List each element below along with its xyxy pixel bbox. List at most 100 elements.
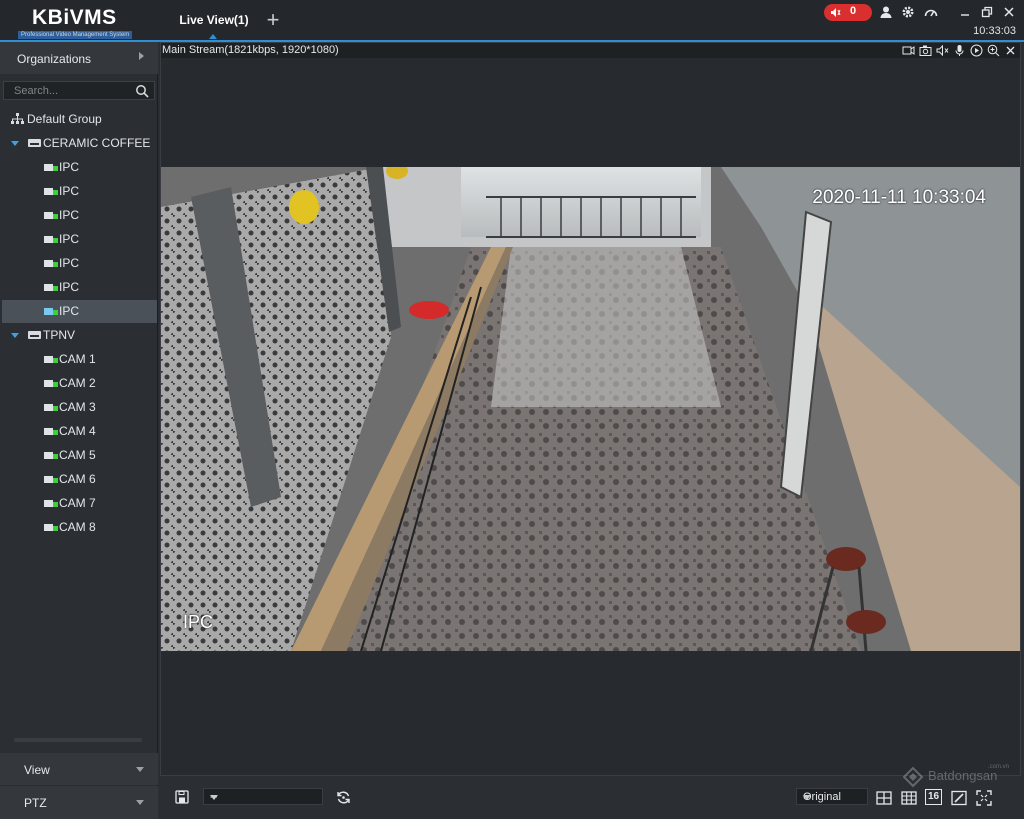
tree-device-ipc[interactable]: IPC [2,228,157,251]
audio-mute-icon[interactable] [936,44,949,57]
tree-group-tpnv[interactable]: TPNV [2,324,157,347]
watermark-domain: .com.vn [988,764,1010,770]
restore-icon[interactable] [980,5,994,19]
nvr-icon [28,139,41,147]
save-layout-icon[interactable] [175,790,189,804]
group-label: CERAMIC COFFEE [43,136,151,150]
group-label: TPNV [43,328,76,342]
sidebar: Organizations Search... Default Group CE… [0,42,158,819]
tree-device-ipc[interactable]: IPC [2,204,157,227]
device-label: CAM 7 [59,496,96,510]
snapshot-icon[interactable] [919,44,932,57]
view-label: View [24,763,50,777]
default-group-label: Default Group [27,112,102,126]
watermark-logo-icon [902,766,924,788]
minimize-icon[interactable] [958,5,972,19]
organizations-header[interactable]: Organizations [0,42,158,74]
search-input[interactable]: Search... [3,81,155,100]
clock: 10:33:03 [973,25,1016,37]
record-icon[interactable] [902,44,915,57]
camera-online-icon [44,260,58,267]
alarm-button[interactable]: 0 [824,4,872,21]
camera-online-icon [44,452,58,459]
camera-online-icon [44,212,58,219]
device-label: CAM 8 [59,520,96,534]
scale-select[interactable]: Original [796,788,868,805]
tree-device-cam[interactable]: CAM 5 [2,444,157,467]
view-panel-button[interactable]: View [0,753,158,785]
camera-online-icon [44,284,58,291]
chevron-down-icon [136,800,144,805]
camera-online-icon [44,380,58,387]
device-label: IPC [59,256,80,270]
watermark-text: Batdongsan [928,768,998,783]
tree-device-cam[interactable]: CAM 4 [2,420,157,443]
device-label: CAM 5 [59,448,96,462]
device-label: CAM 3 [59,400,96,414]
tab-indicator [209,34,217,39]
layout-select[interactable]: -- [203,788,323,805]
organizations-label: Organizations [17,52,92,66]
expand-icon[interactable] [11,141,19,146]
gear-icon[interactable] [901,5,915,19]
camera-online-icon [44,188,58,195]
logo-text: KBiVMS [32,6,117,29]
device-label: CAM 6 [59,472,96,486]
device-label: CAM 2 [59,376,96,390]
camera-online-icon [44,500,58,507]
tree-device-cam[interactable]: CAM 1 [2,348,157,371]
device-label: IPC [59,184,80,198]
video-timestamp: 2020-11-11 10:33:04 [812,187,986,208]
camera-scene [161,167,1020,651]
chevron-right-icon [139,52,144,60]
tree-group-ceramic-coffee[interactable]: CERAMIC COFFEE [2,132,157,155]
camera-online-icon [44,356,58,363]
tree-device-cam[interactable]: CAM 8 [2,516,157,539]
ptz-label: PTZ [24,796,47,810]
tree-device-ipc[interactable]: IPC [2,156,157,179]
expand-icon[interactable] [11,333,19,338]
ptz-panel-button[interactable]: PTZ [0,786,158,819]
bottom-toolbar: -- Original 16 [160,779,1024,819]
camera-online-icon [44,476,58,483]
gauge-icon[interactable] [924,5,938,19]
search-placeholder: Search... [14,85,59,97]
camera-online-icon [44,236,58,243]
split-4-icon[interactable] [876,790,892,806]
close-icon[interactable] [1004,44,1017,57]
tree-device-ipc[interactable]: IPC [2,252,157,275]
camera-online-icon [44,524,58,531]
live-view-window[interactable]: Main Stream(1821kbps, 1920*1080) 2020-11… [160,42,1021,776]
tree-device-ipc[interactable]: IPC [2,276,157,299]
tree-device-cam[interactable]: CAM 6 [2,468,157,491]
refresh-icon[interactable] [336,790,351,805]
tree-device-cam[interactable]: CAM 3 [2,396,157,419]
top-bar: KBiVMS Professional Video Management Sys… [0,0,1024,40]
chevron-down-icon [803,795,811,800]
device-label: IPC [59,160,80,174]
alarm-count: 0 [850,5,857,17]
tree-device-ipc[interactable]: IPC [2,180,157,203]
close-icon[interactable] [1002,5,1016,19]
video-feed[interactable]: 2020-11-11 10:33:04 IPC [161,167,1020,651]
tree-device-ipc-selected[interactable]: IPC [2,300,157,323]
tree-device-cam[interactable]: CAM 2 [2,372,157,395]
zoom-in-icon[interactable] [987,44,1000,57]
tree-horizontal-scrollbar[interactable] [14,738,142,742]
video-camera-label: IPC [183,612,214,632]
camera-online-icon [44,164,58,171]
logo-subtitle: Professional Video Management System [18,31,133,39]
tree-default-group[interactable]: Default Group [2,108,157,131]
stream-toolbar: Main Stream(1821kbps, 1920*1080) [161,43,1020,58]
add-tab-button[interactable]: + [263,9,283,31]
device-label: IPC [59,208,80,222]
user-icon[interactable] [879,5,893,19]
device-label: CAM 4 [59,424,96,438]
device-label: IPC [59,232,80,246]
playback-icon[interactable] [970,44,983,57]
camera-playing-icon [44,308,58,315]
tree-device-cam[interactable]: CAM 7 [2,492,157,515]
device-label: IPC [59,304,80,318]
microphone-icon[interactable] [953,44,966,57]
search-icon[interactable] [135,84,149,98]
